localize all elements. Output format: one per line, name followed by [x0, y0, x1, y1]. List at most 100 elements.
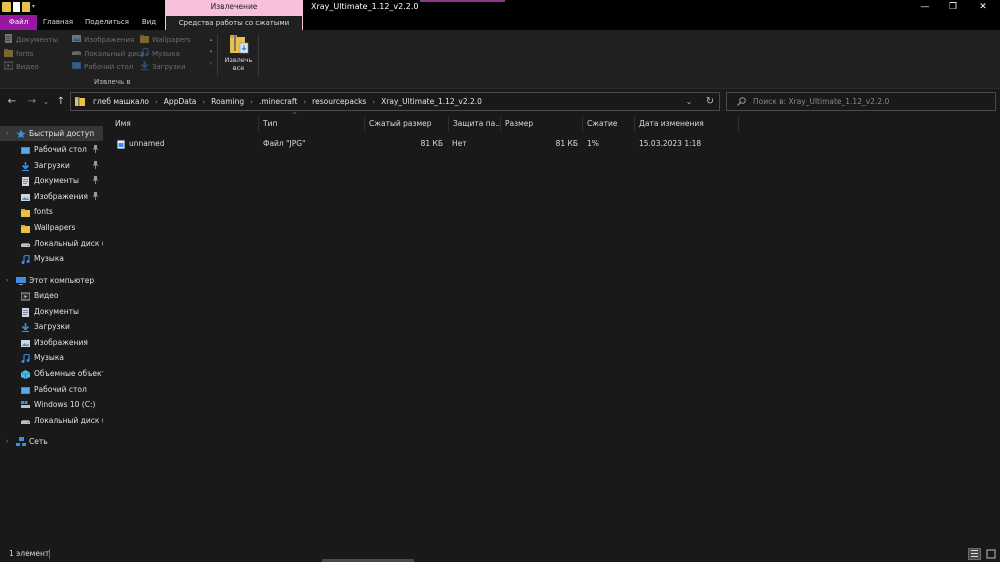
gallery-item[interactable]: Рабочий стол: [72, 61, 138, 73]
nav-item[interactable]: Документы: [0, 304, 103, 319]
nav-network[interactable]: › Сеть: [0, 434, 103, 449]
new-folder-icon[interactable]: [22, 2, 30, 12]
extract-all-button[interactable]: Извлечь все: [222, 31, 255, 77]
breadcrumb-separator[interactable]: ›: [202, 98, 205, 106]
nav-item-label: Документы: [34, 176, 79, 186]
nav-item[interactable]: Объемные объекты: [0, 366, 103, 381]
nav-item[interactable]: Загрузки: [0, 319, 103, 334]
nav-item[interactable]: Музыка: [0, 251, 103, 266]
gallery-item[interactable]: Музыка: [140, 46, 206, 60]
star-icon: [16, 129, 26, 139]
file-compressed-size: 81 КБ: [420, 139, 443, 148]
gallery-scroll-down[interactable]: ▾: [208, 46, 214, 58]
nav-this-pc[interactable]: › Этот компьютер: [0, 273, 103, 288]
column-header-compressed-size[interactable]: Сжатый размер: [365, 116, 449, 132]
forward-button[interactable]: →: [26, 95, 38, 109]
nav-item[interactable]: Изображения: [0, 335, 103, 350]
nav-item[interactable]: fonts: [0, 204, 103, 219]
drive-icon: [72, 48, 81, 57]
chevron-down-icon[interactable]: ▾: [32, 2, 38, 12]
expand-chevron-icon[interactable]: ›: [6, 126, 8, 141]
gallery-scroll[interactable]: ▴ ▾ ▿: [208, 34, 214, 70]
gallery-item[interactable]: Документы: [4, 34, 70, 46]
file-row[interactable]: unnamed Файл "JPG" 81 КБ Нет 81 КБ 1% 15…: [111, 136, 751, 151]
gallery-item[interactable]: fonts: [4, 48, 70, 60]
nav-item[interactable]: Windows 10 (C:): [0, 397, 103, 412]
pictures-icon: [72, 34, 81, 43]
gallery-item[interactable]: Wallpapers: [140, 34, 206, 46]
downloads-icon: [140, 61, 149, 70]
file-modified: 15.03.2023 1:18: [639, 139, 702, 148]
pin-icon: [92, 142, 99, 157]
video-icon: [20, 291, 31, 301]
maximize-button[interactable]: ❐: [938, 0, 968, 15]
ribbon-divider: [217, 34, 218, 76]
tab-file[interactable]: Файл: [0, 15, 37, 30]
tab-home[interactable]: Главная: [40, 15, 76, 30]
column-header-protection[interactable]: Защита па...: [449, 116, 501, 132]
expand-chevron-icon[interactable]: ›: [6, 273, 8, 288]
downloads-icon: [21, 161, 30, 171]
gallery-item[interactable]: Загрузки: [140, 61, 206, 73]
address-dropdown-button[interactable]: ⌄: [683, 93, 695, 110]
breadcrumb-separator[interactable]: ›: [155, 98, 158, 106]
desktop-icon: [21, 145, 30, 154]
nav-item-label: Сеть: [29, 437, 48, 446]
gallery-scroll-up[interactable]: ▴: [208, 34, 214, 46]
column-header-name[interactable]: Имя: [111, 116, 259, 132]
breadcrumb-separator[interactable]: ›: [303, 98, 306, 106]
folder-icon[interactable]: [2, 2, 11, 12]
title-accent: [420, 0, 505, 2]
tab-compressed-tools[interactable]: Средства работы со сжатыми папками: [165, 15, 303, 42]
minimize-button[interactable]: —: [910, 0, 940, 15]
nav-item-label: Рабочий стол: [34, 384, 87, 394]
column-header-ratio[interactable]: Сжатие: [583, 116, 635, 132]
nav-item[interactable]: Изображения: [0, 189, 103, 204]
gallery-item[interactable]: Локальный диск: [72, 48, 145, 60]
title-bar: ▾ Извлечение Xray_Ultimate_1.12_v2.2.0 —…: [0, 0, 1000, 16]
gallery-item[interactable]: Видео: [3, 61, 70, 73]
properties-icon[interactable]: [13, 2, 20, 12]
breadcrumb-item[interactable]: AppData: [164, 97, 197, 106]
extract-all-label-2: все: [232, 64, 245, 72]
refresh-button[interactable]: ↻: [703, 93, 717, 110]
nav-item[interactable]: Wallpapers: [0, 220, 103, 235]
nav-item-label: Загрузки: [34, 322, 70, 332]
column-header-size[interactable]: Размер: [501, 116, 583, 132]
gallery-expand[interactable]: ▿: [208, 58, 214, 70]
close-button[interactable]: ✕: [968, 0, 998, 15]
folder-icon: [21, 207, 30, 218]
expand-chevron-icon[interactable]: ›: [6, 434, 8, 449]
up-button[interactable]: ↑: [55, 95, 67, 109]
gallery-item-label: Видео: [16, 63, 39, 71]
nav-item[interactable]: Локальный диск (D: [0, 413, 103, 428]
nav-item[interactable]: Локальный диск (D: [0, 236, 103, 251]
nav-item[interactable]: Загрузки: [0, 158, 103, 173]
column-header-modified[interactable]: Дата изменения: [635, 116, 739, 132]
nav-item[interactable]: Документы: [0, 173, 103, 188]
recent-locations-button[interactable]: ⌄: [40, 95, 52, 109]
breadcrumb-item[interactable]: Xray_Ultimate_1.12_v2.2.0: [381, 97, 482, 106]
column-header-type[interactable]: Тип: [259, 116, 365, 132]
nav-item[interactable]: Рабочий стол: [0, 142, 103, 157]
back-button[interactable]: ←: [6, 95, 18, 109]
extract-to-gallery: Документы Изображения Wallpapers fonts Локал…: [3, 33, 208, 75]
nav-item[interactable]: Рабочий стол: [0, 382, 103, 397]
search-box[interactable]: Поиск в: Xray_Ultimate_1.12_v2.2.0: [726, 92, 996, 111]
gallery-item-label: Рабочий стол: [84, 63, 134, 71]
nav-quick-access[interactable]: › Быстрый доступ: [0, 126, 103, 141]
breadcrumb-item[interactable]: .minecraft: [259, 97, 297, 106]
breadcrumb-item[interactable]: Roaming: [211, 97, 244, 106]
breadcrumb-item[interactable]: глеб машкало: [93, 97, 149, 106]
search-input[interactable]: Поиск в: Xray_Ultimate_1.12_v2.2.0: [753, 93, 889, 110]
breadcrumb-separator[interactable]: ›: [250, 98, 253, 106]
nav-item-label: Музыка: [34, 254, 64, 264]
gallery-item[interactable]: Изображения: [72, 34, 138, 46]
nav-item[interactable]: Музыка: [0, 350, 103, 365]
breadcrumb-separator[interactable]: ›: [372, 98, 375, 106]
tab-share[interactable]: Поделиться: [82, 15, 132, 30]
nav-item[interactable]: Видео: [0, 288, 103, 303]
address-bar[interactable]: глеб машкало › AppData › Roaming › .minecraft ›…: [70, 92, 720, 111]
tab-view[interactable]: Вид: [137, 15, 161, 30]
breadcrumb-item[interactable]: resourcepacks: [312, 97, 366, 106]
